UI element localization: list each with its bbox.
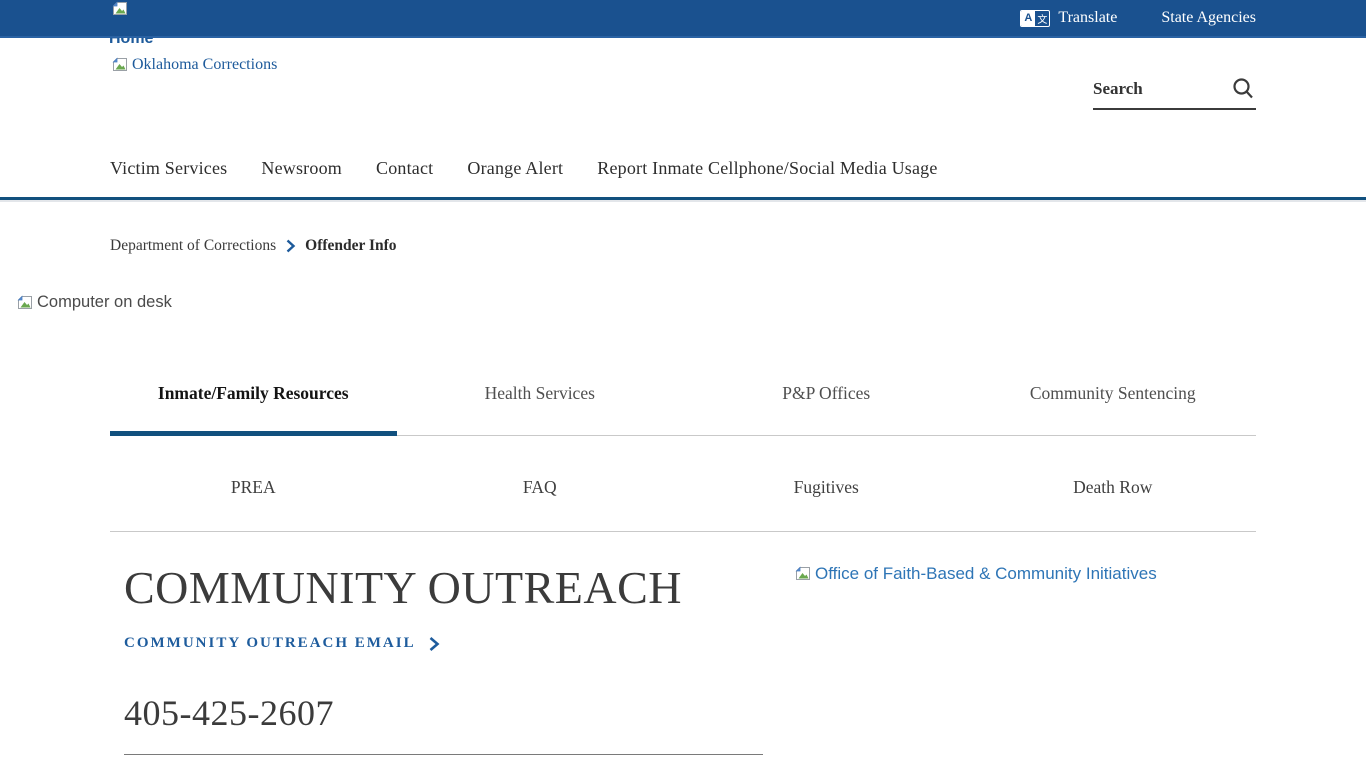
faith-based-image-link[interactable]: Office of Faith-Based & Community Initia… [793, 564, 1157, 584]
tab-row-primary: Inmate/Family Resources Health Services … [110, 383, 1256, 404]
search-button[interactable] [1230, 76, 1256, 102]
chevron-right-icon [428, 636, 440, 652]
hero-image-broken: Computer on desk [15, 293, 172, 312]
tab-inmate-family-resources[interactable]: Inmate/Family Resources [110, 383, 397, 404]
phone-number: 405-425-2607 [124, 692, 334, 734]
tabs-bottom-divider [110, 531, 1256, 532]
site-logo-alt-text: Oklahoma Corrections [132, 56, 277, 74]
content-divider [124, 754, 763, 755]
broken-image-icon [793, 566, 813, 582]
search-box [1093, 70, 1256, 110]
main-navigation: Victim Services Newsroom Contact Orange … [110, 158, 938, 179]
translate-button[interactable]: A文 Translate [1020, 9, 1117, 27]
breadcrumb-current: Offender Info [305, 237, 396, 255]
translate-label: Translate [1058, 9, 1117, 27]
hero-image-alt-text: Computer on desk [37, 293, 172, 312]
nav-contact[interactable]: Contact [376, 158, 433, 179]
nav-report-inmate-cellphone[interactable]: Report Inmate Cellphone/Social Media Usa… [597, 158, 937, 179]
tab-community-sentencing[interactable]: Community Sentencing [970, 383, 1257, 404]
state-agencies-link[interactable]: State Agencies [1161, 9, 1256, 27]
nav-victim-services[interactable]: Victim Services [110, 158, 227, 179]
breadcrumb: Department of Corrections Offender Info [110, 237, 397, 255]
tab-pp-offices[interactable]: P&P Offices [683, 383, 970, 404]
broken-image-icon [110, 57, 130, 73]
tab-fugitives[interactable]: Fugitives [683, 477, 970, 498]
nav-orange-alert[interactable]: Orange Alert [467, 158, 563, 179]
search-icon [1230, 76, 1256, 102]
tab-health-services[interactable]: Health Services [397, 383, 684, 404]
state-agencies-label: State Agencies [1161, 9, 1256, 27]
search-input[interactable] [1093, 79, 1213, 99]
tab-row-secondary: PREA FAQ Fugitives Death Row [110, 477, 1256, 498]
site-logo-link[interactable]: Oklahoma Corrections [110, 56, 277, 74]
tab-faq[interactable]: FAQ [397, 477, 684, 498]
active-tab-indicator [110, 431, 397, 436]
broken-image-icon [110, 1, 130, 17]
faith-based-alt-text: Office of Faith-Based & Community Initia… [815, 564, 1157, 584]
tab-death-row[interactable]: Death Row [970, 477, 1257, 498]
tab-prea[interactable]: PREA [110, 477, 397, 498]
page-title: COMMUNITY OUTREACH [124, 561, 682, 614]
breadcrumb-parent-link[interactable]: Department of Corrections [110, 237, 276, 255]
broken-image-icon [15, 295, 35, 311]
chevron-right-icon [285, 239, 296, 253]
top-utility-bar: A文 Translate State Agencies [0, 0, 1366, 38]
community-outreach-email-link[interactable]: COMMUNITY OUTREACH EMAIL [124, 635, 440, 652]
header-divider-shadow [0, 200, 1366, 202]
translate-icon: A文 [1020, 10, 1050, 27]
email-link-label: COMMUNITY OUTREACH EMAIL [124, 635, 416, 652]
nav-newsroom[interactable]: Newsroom [261, 158, 342, 179]
